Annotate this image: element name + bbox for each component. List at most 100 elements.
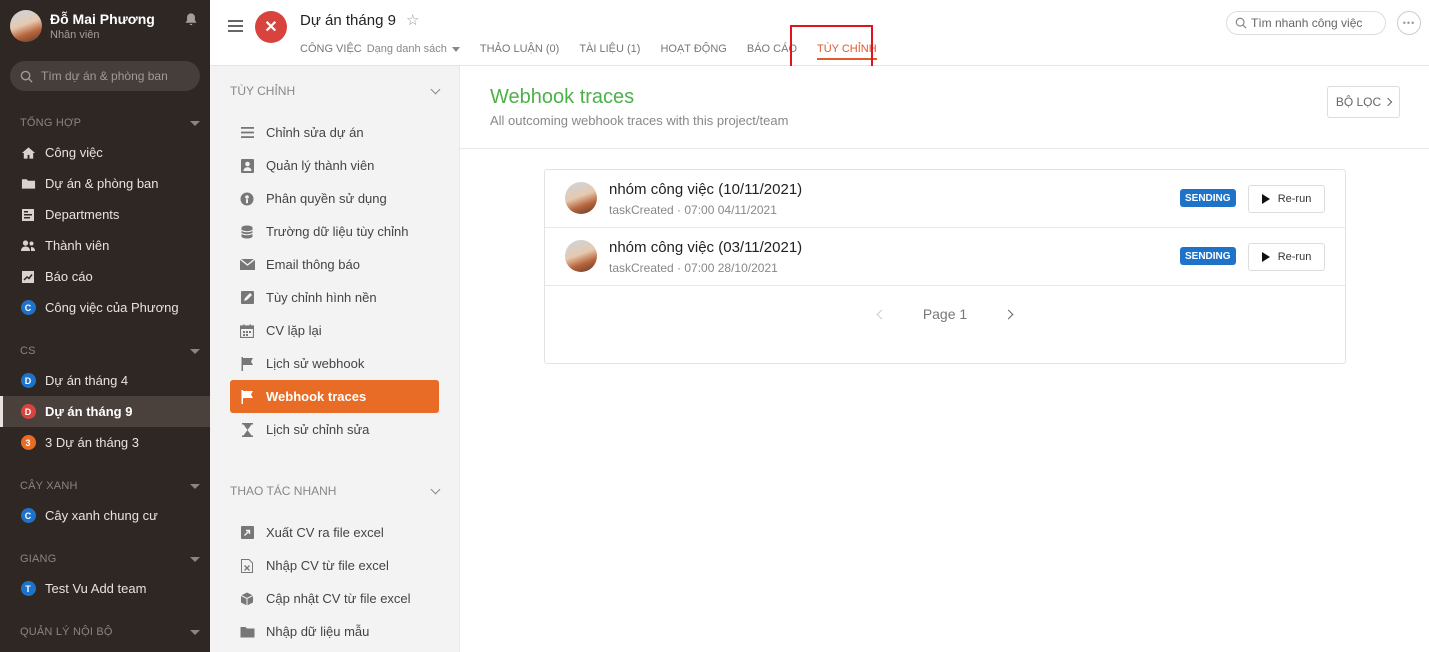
sidebar-item-du-an-phong-ban[interactable]: Dự án & phòng ban <box>0 168 210 199</box>
menu-item-webhook-traces[interactable]: Webhook traces <box>230 380 439 413</box>
sidebar-item-label: Dự án & phòng ban <box>45 176 159 191</box>
tab-thao-luan[interactable]: THẢO LUẬN (0) <box>480 43 559 55</box>
rerun-label: Re-run <box>1277 251 1312 263</box>
member-card-icon <box>239 158 255 174</box>
flag-icon <box>239 356 255 372</box>
sidebar-item-bao-cao[interactable]: Báo cáo <box>0 261 210 292</box>
menu-item-edit-project[interactable]: Chỉnh sửa dự án <box>230 116 439 149</box>
project-dot-icon: T <box>20 581 36 596</box>
sidebar-item-du-an-thang-4[interactable]: D Dự án tháng 4 <box>0 365 210 396</box>
menu-item-edit-history[interactable]: Lịch sử chỉnh sửa <box>230 413 439 446</box>
menu-item-import-excel[interactable]: Nhập CV từ file excel <box>230 549 439 582</box>
sidebar-item-label: Dự án tháng 4 <box>45 373 129 388</box>
menu-item-update-excel[interactable]: Cập nhật CV từ file excel <box>230 582 439 615</box>
page-subtitle: All outcoming webhook traces with this p… <box>490 113 789 128</box>
sidebar-item-label: Báo cáo <box>45 269 93 284</box>
pagination: Page 1 <box>545 306 1345 322</box>
sidebar-item-du-an-thang-9[interactable]: D Dự án tháng 9 <box>0 396 210 427</box>
menu-item-label: Chỉnh sửa dự án <box>266 125 364 140</box>
next-page-icon[interactable] <box>1003 309 1014 319</box>
tab-tai-lieu[interactable]: TÀI LIỆU (1) <box>579 43 640 55</box>
menu-item-label: Nhập CV từ file excel <box>266 558 389 573</box>
menu-item-recurring-tasks[interactable]: CV lặp lại <box>230 314 439 347</box>
mail-icon <box>239 257 255 273</box>
sidebar-item-test-vu-add-team[interactable]: T Test Vu Add team <box>0 573 210 604</box>
sidebar-item-label: Công việc <box>45 145 103 160</box>
sidebar-item-cay-xanh-chung-cu[interactable]: C Cây xanh chung cư <box>0 500 210 531</box>
project-dot-icon: C <box>20 300 36 315</box>
menu-item-label: Phân quyền sử dụng <box>266 191 387 206</box>
database-icon <box>239 224 255 240</box>
section-header-cs[interactable]: CS <box>0 337 210 365</box>
tab-hoat-dong[interactable]: HOẠT ĐỘNG <box>660 43 726 55</box>
hourglass-icon <box>239 422 255 438</box>
sidebar-item-label: Thành viên <box>45 238 110 253</box>
menu-item-custom-fields[interactable]: Trường dữ liệu tùy chỉnh <box>230 215 439 248</box>
view-mode-dropdown[interactable]: Dạng danh sách <box>367 43 460 55</box>
edit-square-icon <box>239 290 255 306</box>
menu-item-sample-data[interactable]: Nhập dữ liệu mẫu <box>230 615 439 648</box>
quick-search-placeholder: Tìm nhanh công việc <box>1251 16 1363 30</box>
filter-button[interactable]: BỘ LỌC <box>1327 86 1400 118</box>
caret-down-icon <box>190 348 200 354</box>
menu-item-webhook-history[interactable]: Lịch sử webhook <box>230 347 439 380</box>
section-header-cay-xanh[interactable]: CÂY XANH <box>0 472 210 500</box>
quick-task-search-input[interactable]: Tìm nhanh công việc <box>1226 11 1386 35</box>
trace-meta: taskCreated · 07:00 28/10/2021 <box>609 261 778 275</box>
page-header: Webhook traces All outcoming webhook tra… <box>460 66 1429 149</box>
highlight-annotation <box>790 25 873 70</box>
user-role: Nhân viên <box>50 29 100 41</box>
section-header-giang[interactable]: GIANG <box>0 545 210 573</box>
user-profile[interactable]: Đỗ Mai Phương Nhân viên <box>0 0 210 52</box>
permission-icon <box>239 191 255 207</box>
tab-cong-viec[interactable]: CÔNG VIỆC Dạng danh sách <box>300 43 460 55</box>
bell-icon[interactable] <box>184 12 198 26</box>
sidebar-item-du-an-thang-3[interactable]: 3 3 Dự án tháng 3 <box>0 427 210 458</box>
more-options-icon[interactable]: ••• <box>1397 11 1421 35</box>
folder-icon <box>239 624 255 640</box>
trace-row[interactable]: nhóm công việc (10/11/2021) taskCreated … <box>545 170 1345 228</box>
caret-down-icon <box>190 629 200 635</box>
sidebar-item-label: Dự án tháng 9 <box>45 404 133 419</box>
section-header-quan-ly-noi-bo[interactable]: QUẢN LÝ NỘI BỘ <box>0 618 210 646</box>
main-sidebar: Đỗ Mai Phương Nhân viên Tìm dự án & phòn… <box>0 0 210 652</box>
trace-list: nhóm công việc (10/11/2021) taskCreated … <box>544 169 1346 364</box>
avatar[interactable] <box>10 10 42 42</box>
menu-item-label: Tùy chỉnh hình nền <box>266 290 377 305</box>
customize-section-header[interactable]: TÙY CHỈNH <box>210 66 459 116</box>
trace-row[interactable]: nhóm công việc (03/11/2021) taskCreated … <box>545 228 1345 286</box>
trace-meta: taskCreated · 07:00 04/11/2021 <box>609 203 777 217</box>
rerun-button[interactable]: Re-run <box>1248 185 1325 213</box>
project-dot-icon: D <box>20 373 36 388</box>
menu-item-permissions[interactable]: Phân quyền sử dụng <box>230 182 439 215</box>
menu-item-email-notify[interactable]: Email thông báo <box>230 248 439 281</box>
page-title: Webhook traces <box>490 86 635 108</box>
sidebar-item-departments[interactable]: Departments <box>0 199 210 230</box>
sidebar-search-input[interactable]: Tìm dự án & phòng ban <box>10 61 200 91</box>
prev-page-icon[interactable] <box>876 309 887 319</box>
status-badge: SENDING <box>1180 189 1236 207</box>
section-header-tong-hop[interactable]: TỔNG HỢP <box>0 109 210 137</box>
menu-item-background[interactable]: Tùy chỉnh hình nền <box>230 281 439 314</box>
menu-item-export-excel[interactable]: Xuất CV ra file excel <box>230 516 439 549</box>
project-title: Dự án tháng 9 ☆ <box>300 11 419 30</box>
avatar <box>565 240 597 272</box>
rerun-button[interactable]: Re-run <box>1248 243 1325 271</box>
caret-down-icon <box>190 556 200 562</box>
list-icon <box>239 125 255 141</box>
sidebar-item-cong-viec[interactable]: Công việc <box>0 137 210 168</box>
sidebar-item-label: Test Vu Add team <box>45 581 147 596</box>
chevron-down-icon <box>430 84 441 94</box>
chevron-down-icon <box>430 484 441 494</box>
menu-icon[interactable] <box>228 20 243 32</box>
box-icon <box>239 591 255 607</box>
quick-actions-section-header[interactable]: THAO TÁC NHANH <box>210 466 459 516</box>
menu-item-manage-members[interactable]: Quản lý thành viên <box>230 149 439 182</box>
sidebar-item-thanh-vien[interactable]: Thành viên <box>0 230 210 261</box>
rerun-label: Re-run <box>1277 193 1312 205</box>
menu-item-label: Trường dữ liệu tùy chỉnh <box>266 224 409 239</box>
menu-item-label: Email thông báo <box>266 257 360 272</box>
home-icon <box>20 145 36 161</box>
star-icon[interactable]: ☆ <box>406 11 419 29</box>
sidebar-item-cong-viec-cua-phuong[interactable]: C Công việc của Phương <box>0 292 210 323</box>
